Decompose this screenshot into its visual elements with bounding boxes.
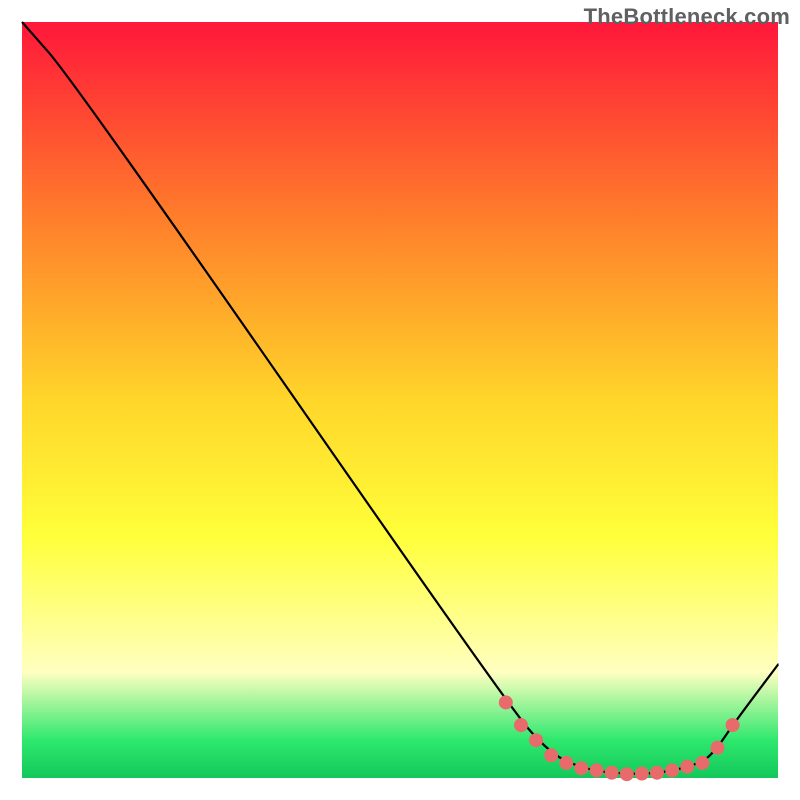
marker-dot bbox=[695, 756, 709, 770]
marker-dot bbox=[529, 733, 543, 747]
marker-dot bbox=[650, 766, 664, 780]
marker-dot bbox=[726, 718, 740, 732]
marker-dot bbox=[499, 695, 513, 709]
marker-dot bbox=[590, 763, 604, 777]
marker-dot bbox=[605, 766, 619, 780]
bottleneck-chart bbox=[0, 0, 800, 800]
watermark-text: TheBottleneck.com bbox=[584, 4, 790, 30]
plot-background bbox=[22, 22, 778, 778]
marker-dot bbox=[665, 763, 679, 777]
marker-dot bbox=[680, 760, 694, 774]
marker-dot bbox=[559, 756, 573, 770]
marker-dot bbox=[620, 767, 634, 781]
marker-dot bbox=[574, 761, 588, 775]
marker-dot bbox=[635, 767, 649, 781]
chart-container: TheBottleneck.com bbox=[0, 0, 800, 800]
marker-dot bbox=[514, 718, 528, 732]
marker-dot bbox=[544, 748, 558, 762]
marker-dot bbox=[711, 741, 725, 755]
